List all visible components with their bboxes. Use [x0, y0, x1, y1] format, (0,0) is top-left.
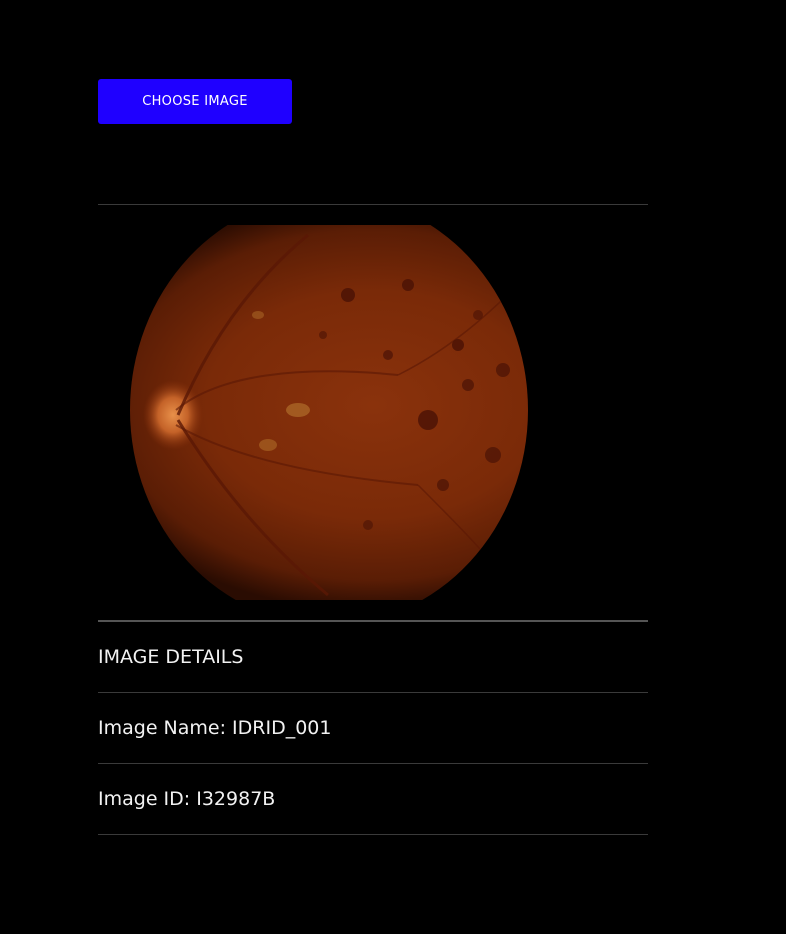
fundus-photo-icon	[130, 225, 528, 600]
image-name-row: Image Name: IDRID_001	[98, 717, 648, 739]
image-name-value: IDRID_001	[232, 717, 332, 739]
details-heading: IMAGE DETAILS	[98, 646, 244, 668]
divider-image	[98, 620, 648, 622]
divider-details-2	[98, 763, 648, 764]
divider-details-3	[98, 834, 648, 835]
divider-top	[98, 204, 648, 205]
divider-details-1	[98, 692, 648, 693]
image-id-row: Image ID: I32987B	[98, 788, 648, 810]
image-id-label: Image ID:	[98, 788, 191, 810]
retina-image	[98, 225, 648, 600]
image-id-value: I32987B	[196, 788, 276, 810]
choose-image-button[interactable]: CHOOSE IMAGE	[98, 79, 292, 124]
page: CHOOSE IMAGE IMAGE DETAILS Image Name: I…	[0, 0, 786, 934]
image-name-label: Image Name:	[98, 717, 226, 739]
